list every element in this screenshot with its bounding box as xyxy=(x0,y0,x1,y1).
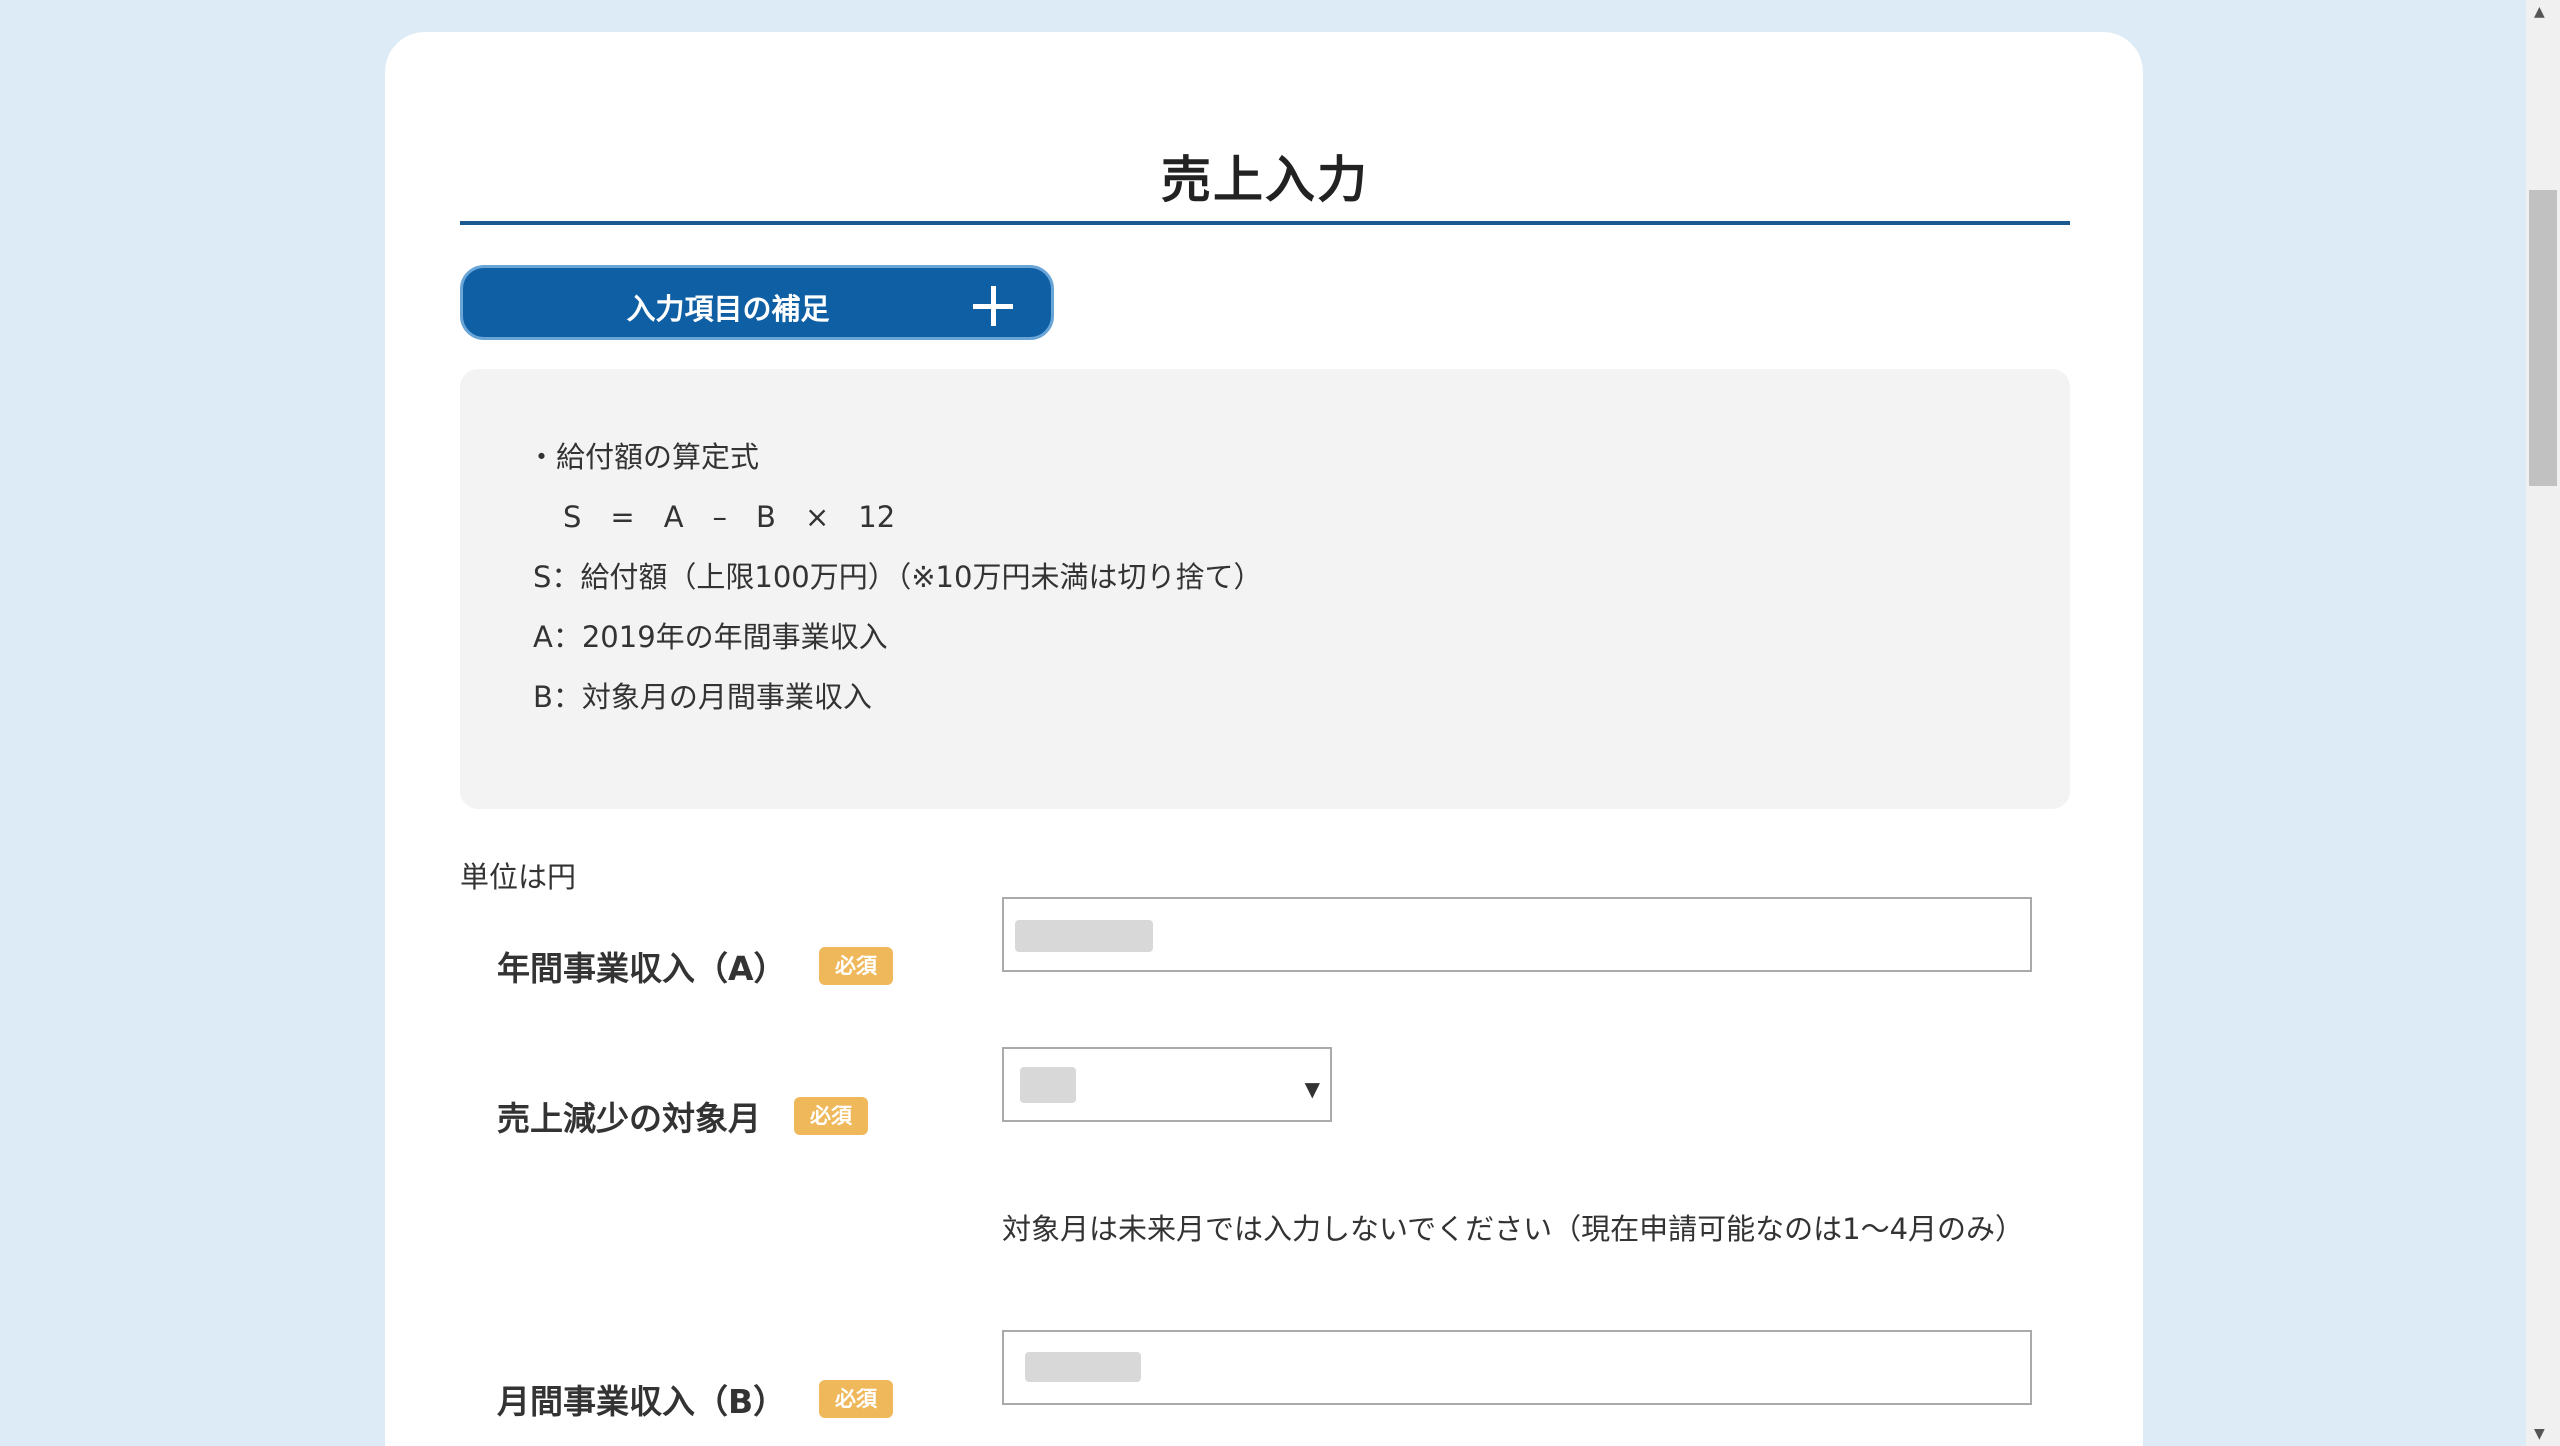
formula-definition-s: S：給付額（上限100万円）（※10万円未満は切り捨て） xyxy=(533,560,1263,594)
target-month-label: 売上減少の対象月 xyxy=(497,1099,761,1138)
plus-icon xyxy=(973,286,1013,326)
formula-expression: S = A – B × 12 xyxy=(563,500,896,534)
annual-revenue-input[interactable] xyxy=(1002,897,2032,972)
formula-heading: ・給付額の算定式 xyxy=(527,440,760,474)
vertical-scrollbar[interactable]: ▲ ▼ xyxy=(2526,0,2560,1446)
scroll-up-arrow-icon[interactable]: ▲ xyxy=(2534,4,2545,20)
target-month-select[interactable]: ▼ xyxy=(1002,1047,1332,1122)
masked-value xyxy=(1015,920,1153,952)
formula-definition-a: A：2019年の年間事業収入 xyxy=(533,620,888,654)
annual-revenue-label: 年間事業収入（A） xyxy=(497,949,787,988)
chevron-down-icon: ▼ xyxy=(1304,1077,1320,1101)
formula-definition-b: B：対象月の月間事業収入 xyxy=(533,680,872,714)
form-card: 売上入力 入力項目の補足 ・給付額の算定式 S = A – B × 12 S：給… xyxy=(385,32,2143,1446)
monthly-revenue-input[interactable] xyxy=(1002,1330,2032,1405)
scroll-down-arrow-icon[interactable]: ▼ xyxy=(2534,1426,2545,1442)
supplement-toggle-button[interactable]: 入力項目の補足 xyxy=(460,265,1054,340)
required-badge: 必須 xyxy=(794,1097,868,1135)
title-divider xyxy=(460,221,2070,225)
target-month-helper-text: 対象月は未来月では入力しないでください（現在申請可能なのは1～4月のみ） xyxy=(1002,1212,2025,1246)
unit-label: 単位は円 xyxy=(460,860,577,894)
page-title: 売上入力 xyxy=(1161,151,1369,209)
scrollbar-thumb[interactable] xyxy=(2529,190,2557,486)
required-badge: 必須 xyxy=(819,1380,893,1418)
supplement-toggle-label: 入力項目の補足 xyxy=(626,292,830,326)
supplement-panel: ・給付額の算定式 S = A – B × 12 S：給付額（上限100万円）（※… xyxy=(460,369,2070,809)
required-badge: 必須 xyxy=(819,947,893,985)
masked-value xyxy=(1020,1067,1076,1103)
monthly-revenue-label: 月間事業収入（B） xyxy=(497,1382,787,1421)
page: 売上入力 入力項目の補足 ・給付額の算定式 S = A – B × 12 S：給… xyxy=(0,0,2560,1446)
masked-value xyxy=(1025,1352,1141,1382)
